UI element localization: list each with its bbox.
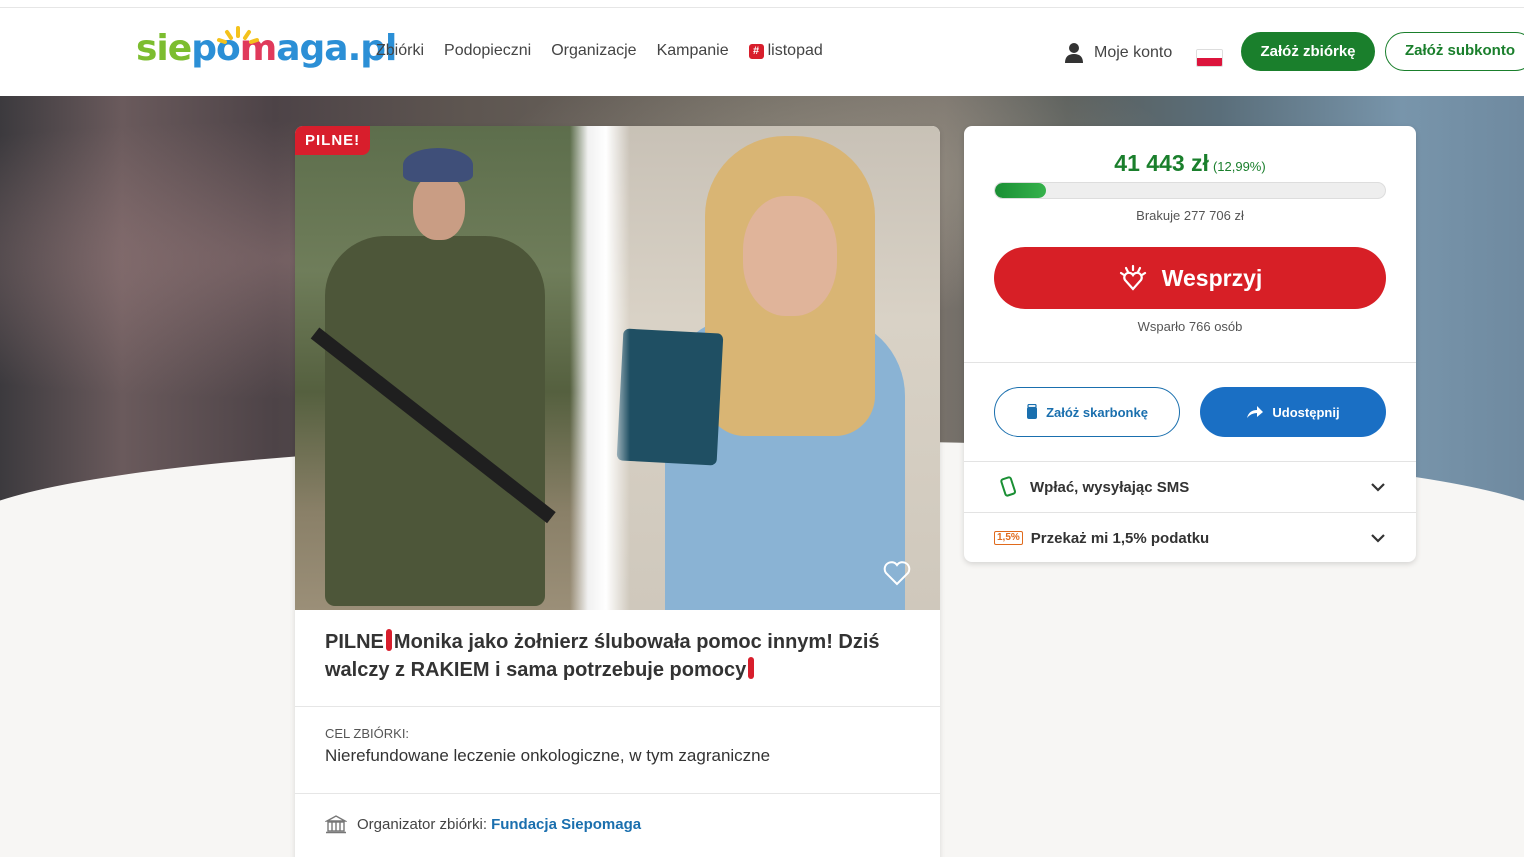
tax-donation-row[interactable]: 1,5% Przekaż mi 1,5% podatku (964, 513, 1416, 563)
title-text: Monika jako żołnierz ślubowała pomoc inn… (325, 631, 880, 681)
site-header: siepomaga.pl Zbiórki Podopieczni Organiz… (0, 8, 1524, 96)
fundraiser-card: PILNE! PILNE Monika jako żołnierz ślubowa… (295, 126, 940, 857)
nav-item-podopieczni[interactable]: Podopieczni (444, 42, 531, 60)
polish-flag-language-icon[interactable] (1196, 49, 1223, 67)
create-piggybank-label: Załóż skarbonkę (1046, 404, 1148, 420)
organizer-link[interactable]: Fundacja Siepomaga (491, 816, 641, 833)
amount-value: 41 443 zł (1114, 150, 1209, 176)
create-fundraiser-button[interactable]: Załóż zbiórkę (1241, 32, 1375, 71)
donation-panel: 41 443 zł (12,99%) Brakuje 277 706 zł Wes… (964, 126, 1416, 562)
chevron-down-icon (1371, 534, 1385, 543)
hashtag-icon: # (748, 44, 764, 59)
siepomaga-logo[interactable]: siepomaga.pl (136, 28, 397, 69)
organizer-row: Organizator zbiórki: Fundacja Siepomaga (325, 814, 641, 834)
user-icon (1065, 43, 1083, 63)
divider (964, 362, 1416, 363)
organizer-label: Organizator zbiórki: (357, 815, 488, 833)
nav-item-organizacje[interactable]: Organizacje (551, 42, 636, 60)
goal-text: Nierefundowane leczenie onkologiczne, w … (325, 746, 771, 765)
supporters-count: Wsparło 766 osób (1137, 319, 1243, 334)
organization-building-icon (325, 815, 347, 834)
browser-top-strip (0, 0, 1524, 8)
progress-bar-fill (995, 183, 1046, 198)
sms-donation-label: Wpłać, wysyłając SMS (1030, 478, 1190, 496)
urgent-badge: PILNE! (295, 126, 371, 155)
main-nav: Zbiórki Podopieczni Organizacje Kampanie… (376, 42, 823, 60)
logo-sun-icon (217, 26, 259, 44)
amount-raised: 41 443 zł (12,99%) (964, 150, 1416, 177)
nav-item-listopad-label: listopad (767, 42, 823, 59)
piggybank-jar-icon (1027, 404, 1038, 419)
tax-donation-label: Przekaż mi 1,5% podatku (1030, 529, 1210, 547)
share-arrow-icon (1247, 406, 1264, 418)
amount-percent: (12,99%) (1212, 159, 1266, 174)
nav-item-kampanie[interactable]: Kampanie (657, 42, 729, 60)
create-subaccount-button[interactable]: Załóż subkonto (1385, 32, 1524, 71)
share-button-label: Udostępnij (1272, 404, 1340, 420)
title-urgent-prefix: PILNE (325, 631, 384, 653)
nav-item-listopad[interactable]: # listopad (748, 42, 823, 60)
favorite-heart-icon[interactable] (883, 560, 911, 586)
exclamation-icon (748, 657, 755, 679)
missing-amount: Brakuje 277 706 zł (1136, 208, 1244, 223)
fundraiser-title: PILNE Monika jako żołnierz ślubowała pomo… (325, 628, 915, 684)
exclamation-icon (385, 629, 392, 651)
chevron-down-icon (1371, 483, 1385, 492)
fundraiser-photo: PILNE! (295, 126, 940, 610)
share-button[interactable]: Udostępnij (1200, 387, 1386, 437)
tax-percent-badge-icon: 1,5% (994, 531, 1023, 545)
my-account-label: Moje konto (1094, 44, 1173, 61)
mobile-phone-icon (1000, 476, 1017, 497)
sms-donation-row[interactable]: Wpłać, wysyłając SMS (964, 462, 1416, 512)
create-piggybank-button[interactable]: Załóż skarbonkę (994, 387, 1180, 437)
helping-hand-heart-icon (1119, 264, 1146, 291)
support-button[interactable]: Wesprzyj (994, 247, 1386, 309)
progress-bar (994, 182, 1386, 199)
goal-label: CEL ZBIÓRKI: (325, 726, 410, 741)
support-button-label: Wesprzyj (1161, 264, 1263, 291)
divider (295, 793, 940, 794)
divider (295, 706, 940, 707)
my-account-link[interactable]: Moje konto (1064, 42, 1172, 64)
nav-item-zbiorki[interactable]: Zbiórki (376, 42, 424, 60)
